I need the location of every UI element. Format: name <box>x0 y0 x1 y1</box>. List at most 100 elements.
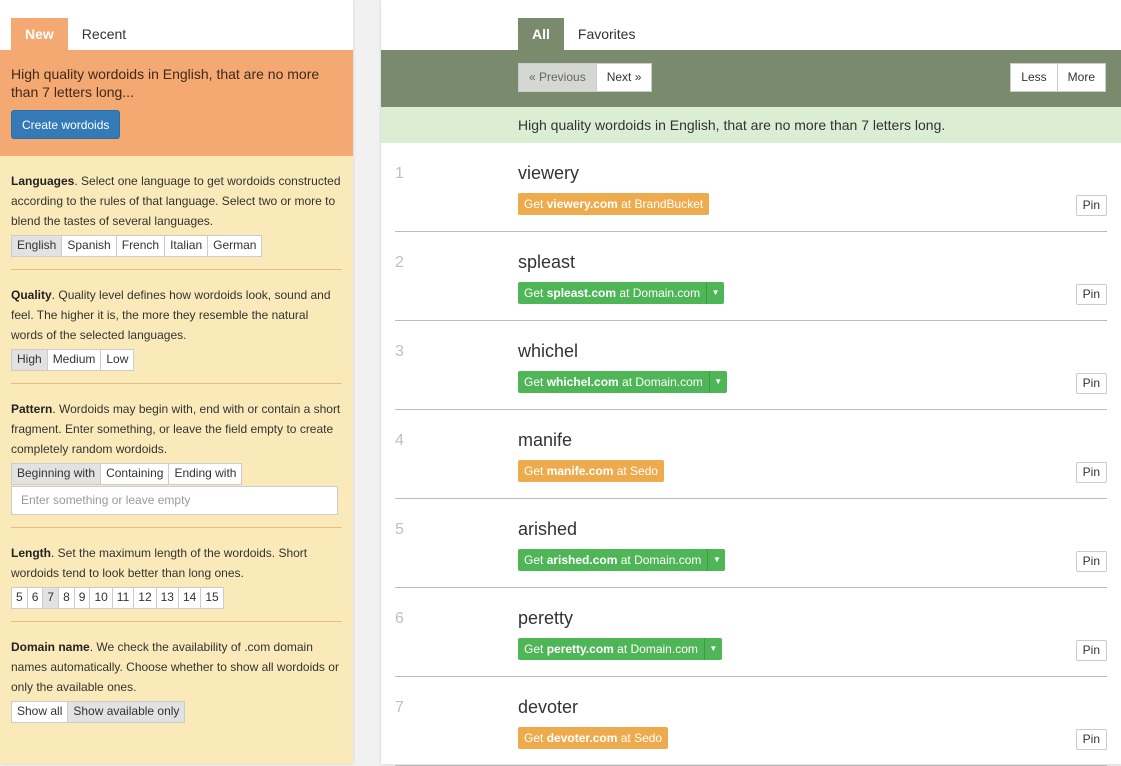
domain-description: Domain name. We check the availability o… <box>11 637 342 697</box>
offer-suffix: at Domain.com <box>617 553 702 567</box>
pager: « Previous Next » <box>518 63 653 92</box>
domain-offer-label[interactable]: Get arished.com at Domain.com <box>518 549 708 571</box>
tab-all[interactable]: All <box>518 18 564 50</box>
tab-new[interactable]: New <box>11 18 68 50</box>
intro-box: High quality wordoids in English, that a… <box>0 50 353 156</box>
offer-prefix: Get <box>524 197 547 211</box>
length-option[interactable]: 7 <box>43 588 60 608</box>
length-option[interactable]: 12 <box>134 588 157 608</box>
wordoid: spleast <box>518 252 576 272</box>
offer-prefix: Get <box>524 642 547 656</box>
quality-description: Quality. Quality level defines how wordo… <box>11 285 342 345</box>
languages-section: Languages. Select one language to get wo… <box>0 156 353 270</box>
tab-recent[interactable]: Recent <box>68 18 140 50</box>
tab-favorites[interactable]: Favorites <box>564 18 650 50</box>
length-option[interactable]: 14 <box>178 588 202 608</box>
quality-selector: High Medium Low <box>11 349 135 371</box>
domain-filter-selector: Show all Show available only <box>11 701 186 723</box>
wordoid: whichel <box>518 341 579 361</box>
size-controls: Less More <box>1010 63 1106 92</box>
pattern-description: Pattern. Wordoids may begin with, end wi… <box>11 399 342 459</box>
quality-option-high[interactable]: High <box>12 350 48 370</box>
pattern-option-containing[interactable]: Containing <box>101 464 170 484</box>
domain-offer-button[interactable]: Get manife.com at Sedo <box>518 460 665 482</box>
pattern-input[interactable]: Enter something or leave empty <box>11 486 338 515</box>
pin-button[interactable]: Pin <box>1075 729 1107 750</box>
domain-offer-button[interactable]: Get peretty.com at Domain.com ▼ <box>518 638 722 660</box>
quality-option-medium[interactable]: Medium <box>47 350 102 370</box>
pin-button[interactable]: Pin <box>1075 462 1107 483</box>
list-item: 5 arished Get arished.com at Domain.com … <box>395 499 1107 588</box>
offer-domain: arished.com <box>546 553 618 567</box>
pattern-title: Pattern <box>11 402 53 416</box>
language-option-german[interactable]: German <box>208 236 262 256</box>
domain-offer-button[interactable]: Get spleast.com at Domain.com ▼ <box>518 282 725 304</box>
less-button[interactable]: Less <box>1010 63 1058 92</box>
caret-down-icon[interactable]: ▼ <box>706 282 725 304</box>
language-option-french[interactable]: French <box>116 236 166 256</box>
offer-suffix: at BrandBucket <box>617 197 704 211</box>
domain-offer-button[interactable]: Get whichel.com at Domain.com ▼ <box>518 371 727 393</box>
offer-prefix: Get <box>524 553 547 567</box>
pattern-mode-selector: Beginning with Containing Ending with <box>11 463 243 485</box>
length-option[interactable]: 10 <box>90 588 113 608</box>
offer-prefix: Get <box>524 731 547 745</box>
offer-prefix: Get <box>524 286 547 300</box>
caret-down-icon[interactable]: ▼ <box>707 549 726 571</box>
more-button[interactable]: More <box>1057 63 1106 92</box>
caret-down-icon[interactable]: ▼ <box>703 638 722 660</box>
offer-prefix: Get <box>524 375 547 389</box>
next-button[interactable]: Next » <box>596 63 653 92</box>
length-option[interactable]: 8 <box>59 588 75 608</box>
domain-offer-label[interactable]: Get whichel.com at Domain.com <box>518 371 709 393</box>
domain-offer-label[interactable]: Get peretty.com at Domain.com <box>518 638 704 660</box>
length-selector: 5 6 7 8 9 10 11 12 13 14 15 <box>11 587 224 609</box>
quality-section: Quality. Quality level defines how wordo… <box>0 270 353 384</box>
domain-offer-label[interactable]: Get devoter.com at Sedo <box>518 727 669 749</box>
domain-title: Domain name <box>11 640 90 654</box>
length-option[interactable]: 9 <box>74 588 91 608</box>
language-selector: English Spanish French Italian German <box>11 235 263 257</box>
caret-down-icon[interactable]: ▼ <box>708 371 727 393</box>
language-option-english[interactable]: English <box>12 236 63 256</box>
list-item: 3 whichel Get whichel.com at Domain.com … <box>395 321 1107 410</box>
pin-button[interactable]: Pin <box>1075 284 1107 305</box>
domain-offer-button[interactable]: Get arished.com at Domain.com ▼ <box>518 549 726 571</box>
pin-button[interactable]: Pin <box>1075 551 1107 572</box>
domain-offer-label[interactable]: Get viewery.com at BrandBucket <box>518 193 710 215</box>
languages-description: Languages. Select one language to get wo… <box>11 171 342 231</box>
wordoid: manife <box>518 430 573 450</box>
row-number: 7 <box>395 699 404 716</box>
length-option[interactable]: 13 <box>156 588 179 608</box>
domain-offer-button[interactable]: Get devoter.com at Sedo <box>518 727 669 749</box>
pattern-option-beginning[interactable]: Beginning with <box>12 464 102 484</box>
pattern-section: Pattern. Wordoids may begin with, end wi… <box>0 384 353 528</box>
domain-offer-button[interactable]: Get viewery.com at BrandBucket <box>518 193 710 215</box>
length-option[interactable]: 5 <box>12 588 28 608</box>
language-option-spanish[interactable]: Spanish <box>62 236 117 256</box>
wordoid: peretty <box>518 608 574 628</box>
previous-button[interactable]: « Previous <box>518 63 597 92</box>
left-tabs: New Recent <box>0 0 353 50</box>
pin-button[interactable]: Pin <box>1075 640 1107 661</box>
domain-offer-label[interactable]: Get manife.com at Sedo <box>518 460 665 482</box>
language-option-italian[interactable]: Italian <box>165 236 209 256</box>
pattern-option-ending[interactable]: Ending with <box>169 464 242 484</box>
domain-option-show-available[interactable]: Show available only <box>68 702 185 722</box>
row-number: 6 <box>395 610 404 627</box>
offer-domain: peretty.com <box>546 642 614 656</box>
pin-button[interactable]: Pin <box>1075 195 1107 216</box>
quality-option-low[interactable]: Low <box>101 350 134 370</box>
pin-button[interactable]: Pin <box>1075 373 1107 394</box>
domain-offer-label[interactable]: Get spleast.com at Domain.com <box>518 282 707 304</box>
list-item: 4 manife Get manife.com at Sedo Pin <box>395 410 1107 499</box>
offer-domain: devoter.com <box>546 731 618 745</box>
create-wordoids-button[interactable]: Create wordoids <box>11 110 121 139</box>
length-option[interactable]: 15 <box>201 588 223 608</box>
list-item: 6 peretty Get peretty.com at Domain.com … <box>395 588 1107 677</box>
right-tabs: All Favorites <box>381 0 1121 50</box>
offer-domain: manife.com <box>546 464 614 478</box>
length-option[interactable]: 11 <box>112 588 135 608</box>
domain-option-show-all[interactable]: Show all <box>12 702 69 722</box>
length-option[interactable]: 6 <box>27 588 44 608</box>
